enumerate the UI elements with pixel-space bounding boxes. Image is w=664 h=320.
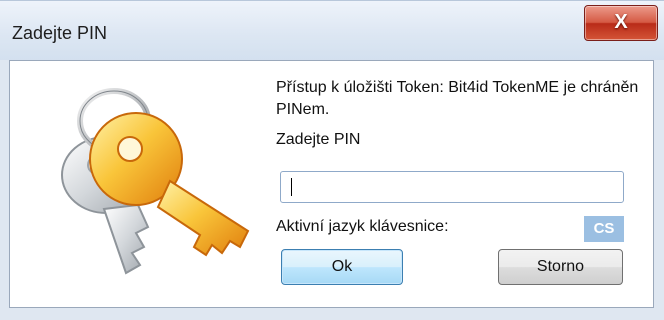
window-frame: Přístup k úložišti Token: Bit4id TokenME… xyxy=(0,60,664,320)
pin-input[interactable] xyxy=(280,171,624,203)
dialog-content: Přístup k úložišti Token: Bit4id TokenME… xyxy=(9,60,654,308)
close-icon: X xyxy=(614,11,628,33)
keys-icon xyxy=(61,88,250,275)
token-message: Přístup k úložišti Token: Bit4id TokenME… xyxy=(276,79,639,118)
close-button[interactable]: X xyxy=(584,5,658,41)
pin-label: Zadejte PIN xyxy=(276,131,361,148)
text-caret xyxy=(291,178,292,196)
ok-button[interactable]: Ok xyxy=(281,249,403,285)
keyboard-language-badge: CS xyxy=(584,216,624,242)
keyboard-language-label: Aktivní jazyk klávesnice: xyxy=(276,218,449,235)
window-title: Zadejte PIN xyxy=(12,23,108,43)
title-bar: Zadejte PIN X xyxy=(0,0,664,61)
cancel-button[interactable]: Storno xyxy=(498,249,623,285)
